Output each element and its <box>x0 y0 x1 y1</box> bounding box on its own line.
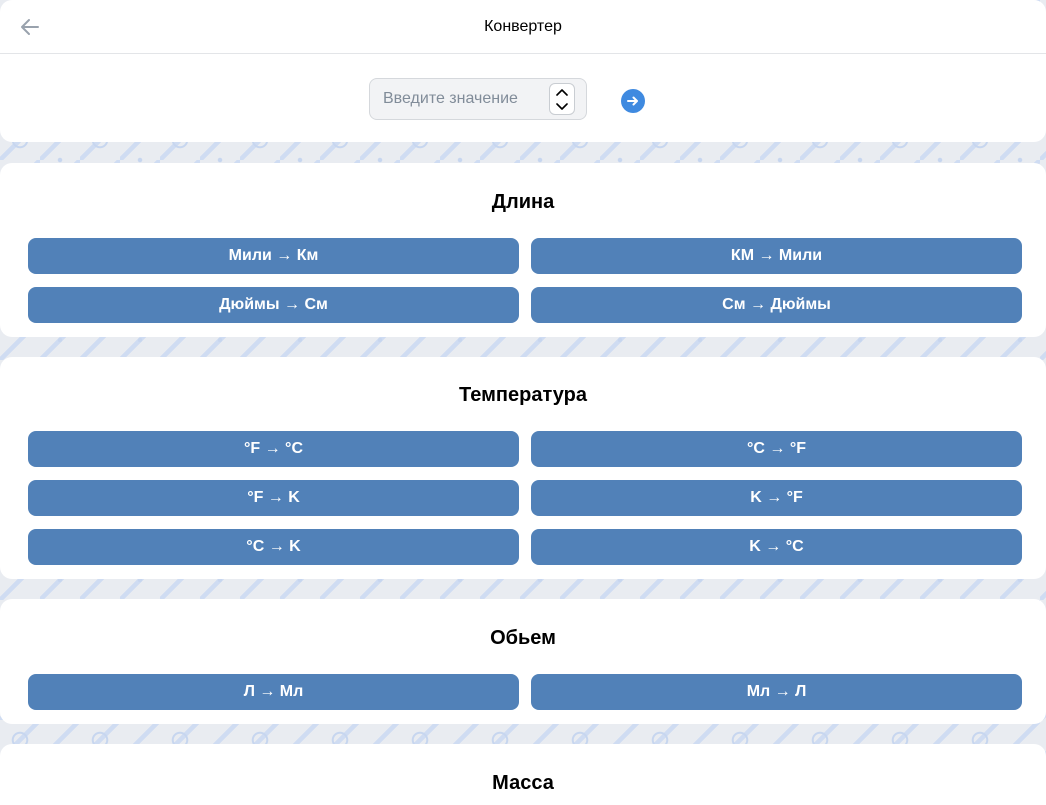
cm-to-inches-button[interactable]: См → Дюймы <box>531 287 1022 323</box>
section-length: Длина Мили → Км КМ → Мили Дюймы → См См … <box>0 163 1046 337</box>
header: Конвертер <box>0 0 1046 54</box>
number-stepper[interactable] <box>549 83 575 115</box>
button-grid: Л → Мл Мл → Л <box>28 674 1022 710</box>
stepper-up-button[interactable] <box>550 84 574 99</box>
arrow-right-icon <box>627 96 638 106</box>
f-to-c-button[interactable]: °F → °C <box>28 431 519 467</box>
section-mass: Масса <box>0 744 1046 805</box>
back-button[interactable] <box>16 13 44 41</box>
section-title: Длина <box>491 191 555 213</box>
stepper-down-button[interactable] <box>550 99 574 114</box>
f-to-k-button[interactable]: °F → K <box>28 480 519 516</box>
submit-button[interactable] <box>621 89 645 113</box>
chevron-down-icon <box>556 102 568 110</box>
page-title: Конвертер <box>484 17 562 35</box>
inches-to-cm-button[interactable]: Дюймы → См <box>28 287 519 323</box>
section-title: Температура <box>459 384 587 406</box>
section-title: Масса <box>492 772 554 794</box>
k-to-c-button[interactable]: K → °C <box>531 529 1022 565</box>
section-temperature: Температура °F → °C °C → °F °F → K K → °… <box>0 357 1046 579</box>
ml-to-l-button[interactable]: Мл → Л <box>531 674 1022 710</box>
km-to-miles-button[interactable]: КМ → Мили <box>531 238 1022 274</box>
section-volume: Обьем Л → Мл Мл → Л <box>0 599 1046 724</box>
button-grid: Мили → Км КМ → Мили Дюймы → См См → Дюйм… <box>28 238 1022 323</box>
section-title: Обьем <box>490 627 556 649</box>
arrow-left-icon <box>21 19 39 35</box>
button-grid: °F → °C °C → °F °F → K K → °F °C → K K →… <box>28 431 1022 565</box>
chevron-up-icon <box>556 88 568 96</box>
c-to-f-button[interactable]: °C → °F <box>531 431 1022 467</box>
input-row <box>0 54 1046 142</box>
k-to-f-button[interactable]: K → °F <box>531 480 1022 516</box>
c-to-k-button[interactable]: °C → K <box>28 529 519 565</box>
miles-to-km-button[interactable]: Мили → Км <box>28 238 519 274</box>
l-to-ml-button[interactable]: Л → Мл <box>28 674 519 710</box>
header-card: Конвертер <box>0 0 1046 142</box>
